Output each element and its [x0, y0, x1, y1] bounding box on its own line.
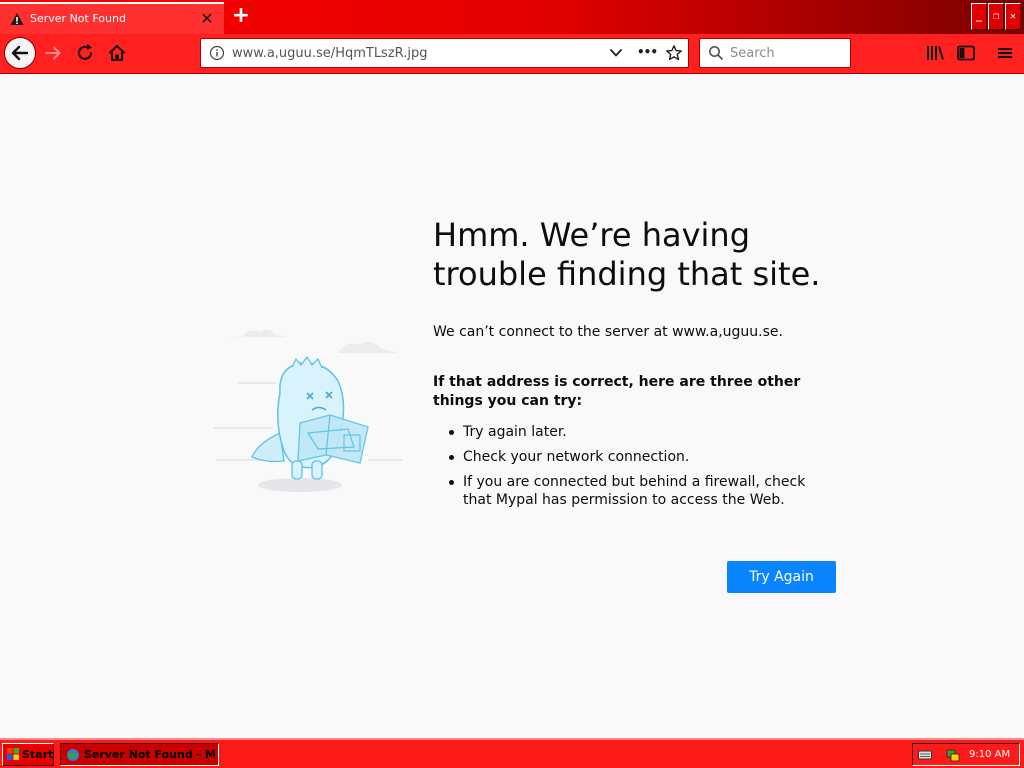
- taskbar-item-label: Server Not Found - M...: [84, 748, 216, 761]
- url-bar[interactable]: www.a,uguu.se/HqmTLszR.jpg •••: [200, 38, 689, 68]
- navigation-toolbar: www.a,uguu.se/HqmTLszR.jpg •••: [0, 34, 1024, 74]
- start-label: Start: [22, 748, 54, 761]
- windows-logo-icon: [7, 748, 19, 760]
- error-description: We can’t connect to the server at www.a,…: [433, 324, 783, 340]
- tab-server-not-found[interactable]: Server Not Found ✕: [0, 2, 224, 34]
- forward-button[interactable]: [38, 38, 68, 68]
- taskbar-clock: 9:10 AM: [969, 749, 1011, 760]
- library-icon: [927, 46, 944, 60]
- system-tray: 9:10 AM: [912, 743, 1020, 766]
- search-input[interactable]: [730, 44, 845, 62]
- dinosaur-illustration: [213, 329, 403, 492]
- suggestion-item: Check your network connection.: [433, 448, 833, 466]
- tab-title: Server Not Found: [30, 12, 126, 25]
- sidebar-toggle-button[interactable]: [951, 38, 981, 68]
- sidebar-icon: [957, 45, 975, 61]
- try-again-button[interactable]: Try Again: [727, 561, 836, 593]
- start-button[interactable]: Start: [2, 743, 54, 766]
- back-arrow-icon: [11, 45, 29, 61]
- warning-icon: [10, 13, 24, 25]
- network-icon[interactable]: [945, 747, 961, 763]
- minimize-button[interactable]: _: [971, 3, 987, 30]
- suggestion-item: Try again later.: [433, 423, 833, 441]
- reload-button[interactable]: [70, 38, 100, 68]
- forward-arrow-icon: [45, 46, 61, 60]
- tab-close-icon[interactable]: ✕: [198, 10, 216, 28]
- suggestion-item: If you are connected but behind a firewa…: [433, 473, 833, 509]
- new-tab-button[interactable]: +: [229, 4, 253, 28]
- info-icon[interactable]: [209, 45, 225, 61]
- home-button[interactable]: [102, 38, 132, 68]
- url-text[interactable]: www.a,uguu.se/HqmTLszR.jpg: [232, 46, 427, 61]
- restore-button[interactable]: ❐: [988, 3, 1004, 30]
- browser-app-icon: [67, 749, 79, 761]
- hamburger-menu-icon: [998, 48, 1012, 58]
- search-bar[interactable]: [699, 38, 851, 68]
- menu-button[interactable]: [990, 38, 1020, 68]
- home-icon: [108, 45, 126, 61]
- star-icon[interactable]: [665, 44, 683, 62]
- taskbar-item-browser[interactable]: Server Not Found - M...: [60, 743, 219, 766]
- search-icon: [709, 46, 723, 60]
- suggestions-list: Try again later. Check your network conn…: [433, 423, 833, 516]
- back-button[interactable]: [4, 37, 36, 69]
- page-actions-icon[interactable]: •••: [637, 45, 658, 59]
- reload-icon: [78, 44, 92, 60]
- chevron-down-icon[interactable]: [609, 47, 623, 59]
- error-title: Hmm. We’re having trouble finding that s…: [433, 216, 821, 293]
- library-button[interactable]: [920, 38, 950, 68]
- close-window-button[interactable]: ✕: [1005, 3, 1021, 30]
- suggestions-heading: If that address is correct, here are thr…: [433, 374, 801, 409]
- tab-strip: Server Not Found ✕ + _ ❐ ✕: [0, 0, 1024, 34]
- keyboard-icon[interactable]: [918, 750, 932, 760]
- taskbar: Start Server Not Found - M... 9:10 AM: [0, 738, 1024, 768]
